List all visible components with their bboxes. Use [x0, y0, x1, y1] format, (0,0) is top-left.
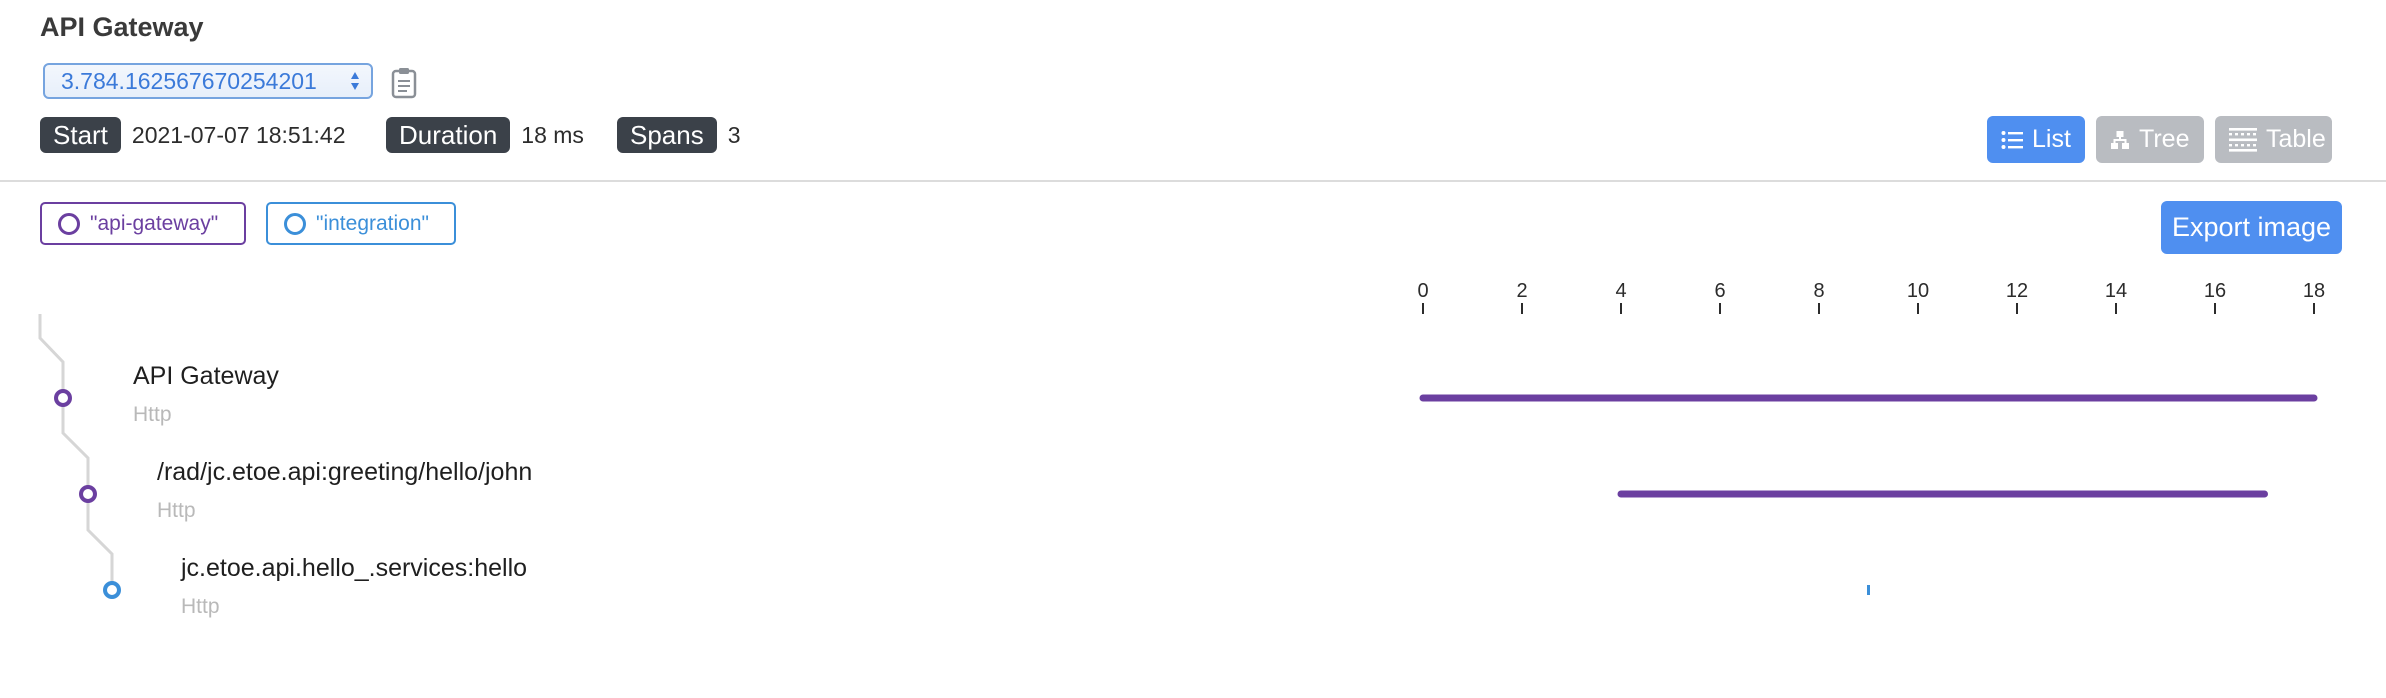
span-node[interactable] — [54, 389, 72, 407]
timeline-tick-label: 2 — [1516, 280, 1527, 302]
span-kind: Http — [133, 403, 172, 426]
span-node[interactable] — [79, 485, 97, 503]
timeline-chart: 0 2 4 6 8 10 12 14 16 18 — [38, 280, 2325, 599]
timeline-tick-label: 12 — [2006, 280, 2028, 302]
span-node[interactable] — [103, 581, 121, 599]
span-name[interactable]: jc.etoe.api.hello_.services:hello — [181, 554, 527, 583]
span-connector — [38, 314, 114, 590]
timeline-tick-label: 14 — [2105, 280, 2127, 302]
timeline-tick-label: 6 — [1714, 280, 1725, 302]
span-kind: Http — [181, 595, 220, 618]
timeline-tick-label: 4 — [1615, 280, 1626, 302]
timeline-tick-label: 16 — [2204, 280, 2226, 302]
timeline-tick-label: 0 — [1417, 280, 1428, 302]
span-name[interactable]: /rad/jc.etoe.api:greeting/hello/john — [157, 458, 532, 487]
span-name[interactable]: API Gateway — [133, 362, 279, 391]
timeline-tick-label: 18 — [2303, 280, 2325, 302]
span-kind: Http — [157, 499, 196, 522]
trace-view: API Gateway 3.784.162567670254201 Start … — [0, 0, 2386, 698]
timeline-tick-label: 10 — [1907, 280, 1929, 302]
timeline-tick-label: 8 — [1813, 280, 1824, 302]
